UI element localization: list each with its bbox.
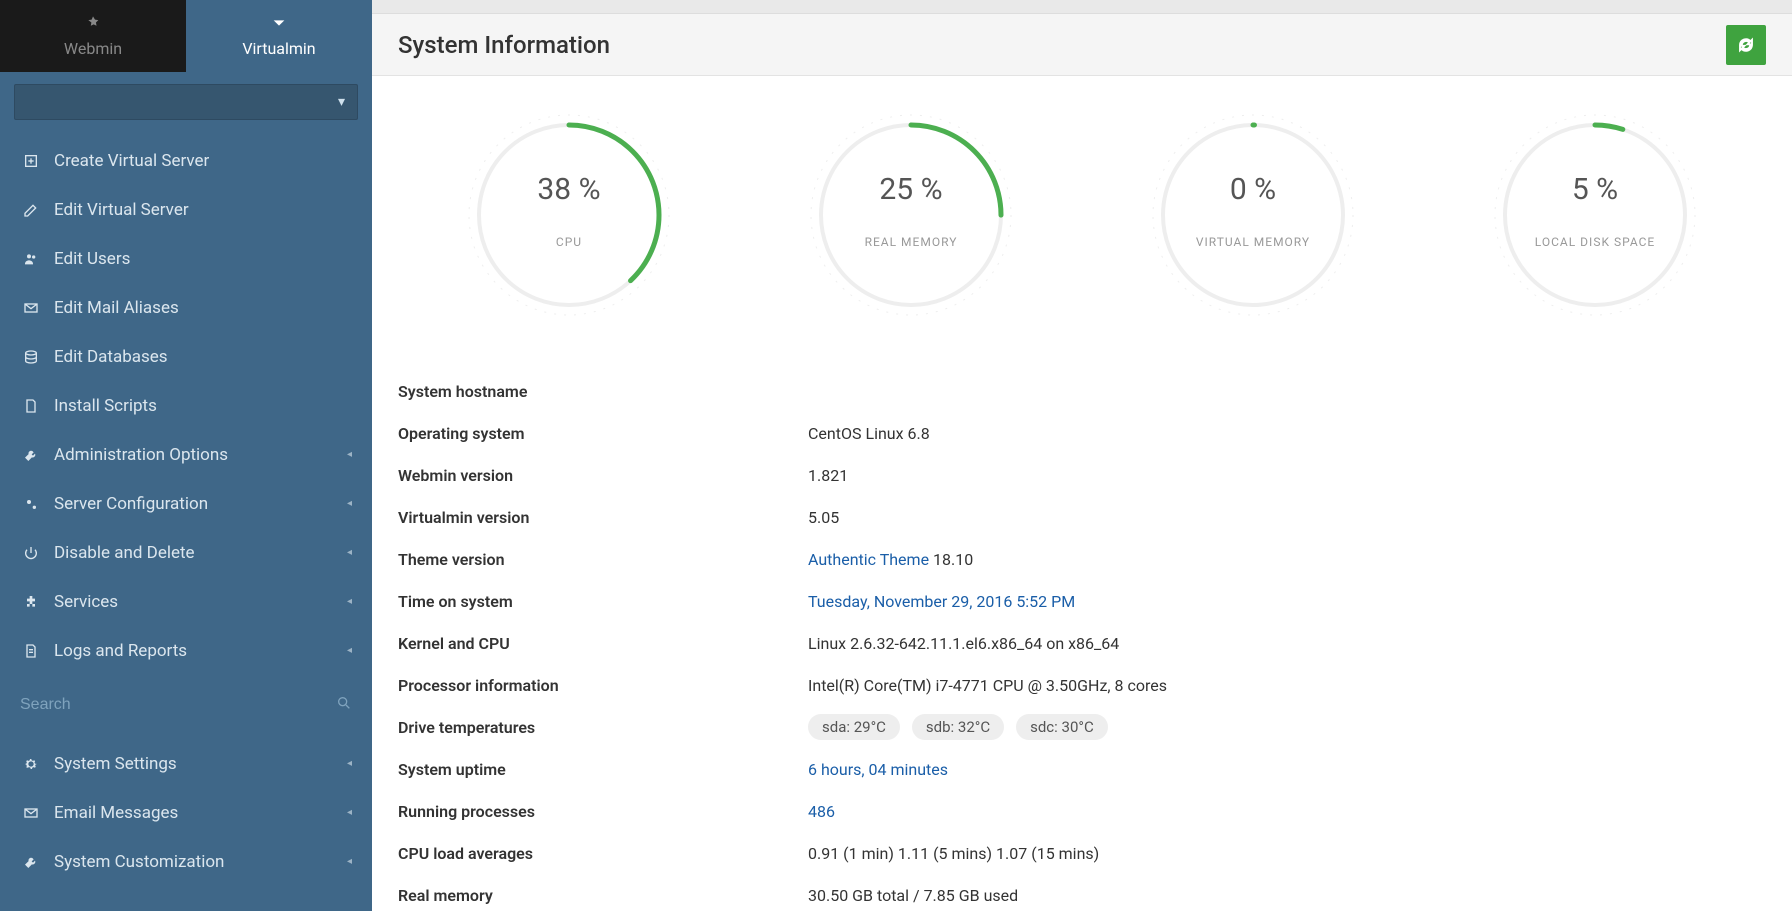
row-running-processes: Running processes 486 — [398, 790, 1766, 832]
nav-system-customization[interactable]: System Customization ◂ — [0, 837, 372, 886]
search-icon[interactable] — [336, 695, 352, 715]
processes-link[interactable]: 486 — [808, 802, 835, 821]
uptime-link[interactable]: 6 hours, 04 minutes — [808, 760, 948, 779]
nav-install-scripts[interactable]: Install Scripts — [0, 381, 372, 430]
nav-disable-and-delete[interactable]: Disable and Delete ◂ — [0, 528, 372, 577]
info-table: System hostname Operating system CentOS … — [398, 370, 1766, 911]
theme-link[interactable]: Authentic Theme — [808, 550, 929, 569]
temp-badge-sda: sda: 29°C — [808, 714, 900, 740]
wrench-icon — [20, 447, 42, 463]
file-icon — [20, 398, 42, 414]
sidebar-tabs: Webmin Virtualmin — [0, 0, 372, 72]
nav-edit-mail-aliases[interactable]: Edit Mail Aliases — [0, 283, 372, 332]
refresh-icon — [1737, 36, 1755, 54]
nav-primary: Create Virtual Server Edit Virtual Serve… — [0, 130, 372, 681]
gauge-virtmem-label: VIRTUAL MEMORY — [1138, 235, 1368, 249]
power-off-icon — [20, 545, 42, 561]
cogs-icon — [20, 496, 42, 512]
gauge-disk-dial — [1480, 100, 1710, 330]
tab-virtualmin[interactable]: Virtualmin — [186, 0, 372, 72]
gauge-realmem-value: 25 % — [796, 172, 1026, 207]
gauge-cpu-label: CPU — [454, 235, 684, 249]
gauge-disk-value: 5 % — [1480, 172, 1710, 207]
gauge-cpu: 38 % CPU — [398, 100, 740, 330]
gauge-realmem-dial — [796, 100, 1026, 330]
tab-webmin[interactable]: Webmin — [0, 0, 186, 72]
chevron-down-icon: ▾ — [338, 94, 345, 110]
plus-square-icon — [20, 153, 42, 169]
caret-left-icon: ◂ — [347, 547, 352, 558]
main-content: System Information 38 % CPU — [372, 0, 1792, 911]
nav-administration-options[interactable]: Administration Options ◂ — [0, 430, 372, 479]
row-webmin-version: Webmin version 1.821 — [398, 454, 1766, 496]
mail-icon — [20, 300, 42, 316]
tab-virtualmin-label: Virtualmin — [242, 39, 315, 58]
tab-webmin-label: Webmin — [64, 39, 122, 58]
content-area: 38 % CPU 25 % REAL MEMORY — [372, 76, 1792, 911]
nav-server-configuration[interactable]: Server Configuration ◂ — [0, 479, 372, 528]
row-virtualmin-version: Virtualmin version 5.05 — [398, 496, 1766, 538]
sidebar: Webmin Virtualmin ▾ Create Virtual Serve… — [0, 0, 372, 911]
row-drive-temps: Drive temperatures sda: 29°C sdb: 32°C s… — [398, 706, 1766, 748]
caret-left-icon: ◂ — [347, 498, 352, 509]
gauge-virtmem-value: 0 % — [1138, 172, 1368, 207]
edit-icon — [20, 202, 42, 218]
search-input[interactable] — [20, 696, 336, 714]
nav-services[interactable]: Services ◂ — [0, 577, 372, 626]
caret-left-icon: ◂ — [347, 807, 352, 818]
caret-left-icon: ◂ — [347, 758, 352, 769]
puzzle-icon — [20, 594, 42, 610]
caret-left-icon: ◂ — [347, 596, 352, 607]
domain-dropdown[interactable]: ▾ — [14, 84, 358, 120]
nav-email-messages[interactable]: Email Messages ◂ — [0, 788, 372, 837]
document-icon — [20, 643, 42, 659]
row-uptime: System uptime 6 hours, 04 minutes — [398, 748, 1766, 790]
refresh-button[interactable] — [1726, 25, 1766, 65]
nav-edit-users[interactable]: Edit Users — [0, 234, 372, 283]
virtualmin-icon — [271, 15, 287, 35]
envelope-icon — [20, 805, 42, 821]
row-processor-info: Processor information Intel(R) Core(TM) … — [398, 664, 1766, 706]
row-os: Operating system CentOS Linux 6.8 — [398, 412, 1766, 454]
time-link[interactable]: Tuesday, November 29, 2016 5:52 PM — [808, 592, 1075, 611]
gauge-cpu-value: 38 % — [454, 172, 684, 207]
window-titlebar — [372, 0, 1792, 14]
nav-system-settings[interactable]: System Settings ◂ — [0, 739, 372, 788]
nav-edit-databases[interactable]: Edit Databases — [0, 332, 372, 381]
gauge-real-memory: 25 % REAL MEMORY — [740, 100, 1082, 330]
temp-badge-sdc: sdc: 30°C — [1016, 714, 1108, 740]
gauge-disk-label: LOCAL DISK SPACE — [1480, 235, 1710, 249]
wrench-icon — [20, 854, 42, 870]
gear-icon — [20, 756, 42, 772]
row-load-averages: CPU load averages 0.91 (1 min) 1.11 (5 m… — [398, 832, 1766, 874]
page-title: System Information — [398, 31, 610, 59]
row-hostname: System hostname — [398, 370, 1766, 412]
temp-badge-sdb: sdb: 32°C — [912, 714, 1004, 740]
webmin-icon — [85, 15, 101, 35]
gauge-virtual-memory: 0 % VIRTUAL MEMORY — [1082, 100, 1424, 330]
nav-edit-virtual-server[interactable]: Edit Virtual Server — [0, 185, 372, 234]
database-icon — [20, 349, 42, 365]
caret-left-icon: ◂ — [347, 449, 352, 460]
nav-secondary: System Settings ◂ Email Messages ◂ Syste… — [0, 729, 372, 886]
gauge-local-disk-space: 5 % LOCAL DISK SPACE — [1424, 100, 1766, 330]
nav-logs-and-reports[interactable]: Logs and Reports ◂ — [0, 626, 372, 675]
row-real-memory: Real memory 30.50 GB total / 7.85 GB use… — [398, 874, 1766, 911]
nav-create-virtual-server[interactable]: Create Virtual Server — [0, 136, 372, 185]
page-header: System Information — [372, 14, 1792, 76]
gauge-realmem-label: REAL MEMORY — [796, 235, 1026, 249]
sidebar-search — [0, 681, 372, 729]
gauge-virtmem-dial — [1138, 100, 1368, 330]
gauge-cpu-dial — [454, 100, 684, 330]
row-kernel-cpu: Kernel and CPU Linux 2.6.32-642.11.1.el6… — [398, 622, 1766, 664]
row-time-on-system: Time on system Tuesday, November 29, 201… — [398, 580, 1766, 622]
users-icon — [20, 251, 42, 267]
row-theme-version: Theme version Authentic Theme 18.10 — [398, 538, 1766, 580]
caret-left-icon: ◂ — [347, 645, 352, 656]
gauges-row: 38 % CPU 25 % REAL MEMORY — [398, 100, 1766, 330]
caret-left-icon: ◂ — [347, 856, 352, 867]
